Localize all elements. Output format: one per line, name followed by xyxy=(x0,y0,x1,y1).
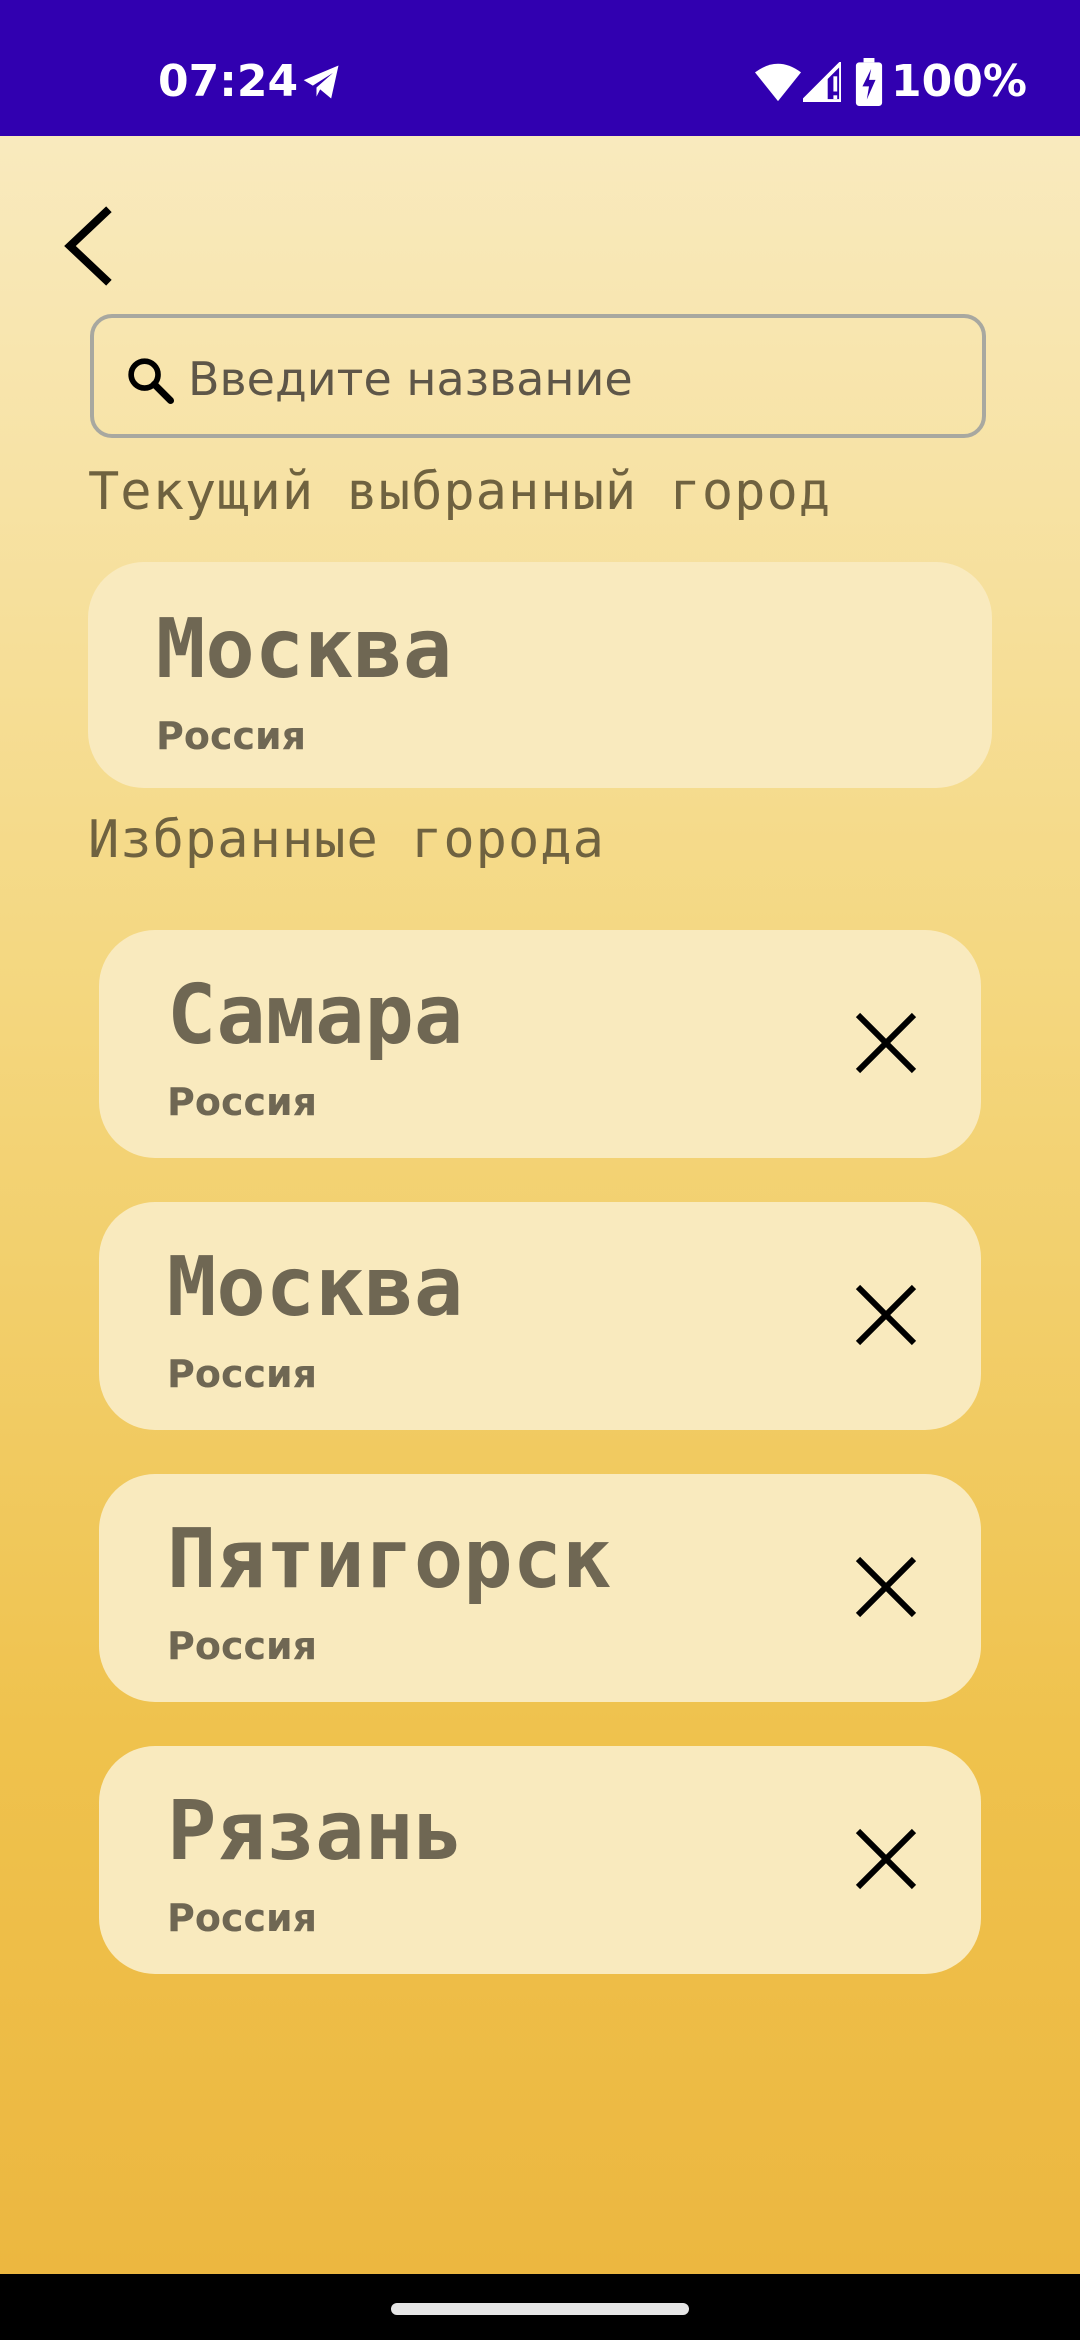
favorite-city-card[interactable]: Москва Россия xyxy=(99,1202,981,1430)
favorite-city-country: Россия xyxy=(167,1896,318,1940)
status-time: 07:24 xyxy=(158,56,299,107)
favorite-city-name: Рязань xyxy=(167,1784,464,1879)
current-city-country: Россия xyxy=(156,714,307,758)
close-icon[interactable] xyxy=(841,1270,931,1360)
search-icon xyxy=(128,358,175,405)
current-city-title: Текущий выбранный город xyxy=(88,462,832,522)
favorites-title: Избранные города xyxy=(88,810,605,870)
search-field[interactable] xyxy=(90,314,986,438)
favorite-city-country: Россия xyxy=(167,1624,318,1668)
favorite-city-name: Пятигорск xyxy=(167,1512,612,1607)
battery-charging-icon xyxy=(855,58,883,106)
close-icon[interactable] xyxy=(841,1814,931,1904)
home-gesture-pill[interactable] xyxy=(391,2303,689,2315)
close-icon[interactable] xyxy=(841,1542,931,1632)
favorite-city-card[interactable]: Рязань Россия xyxy=(99,1746,981,1974)
favorite-city-name: Москва xyxy=(167,1240,464,1335)
telegram-icon xyxy=(303,65,339,99)
close-icon[interactable] xyxy=(841,998,931,1088)
favorite-city-country: Россия xyxy=(167,1352,318,1396)
favorite-city-card[interactable]: Самара Россия xyxy=(99,930,981,1158)
status-bar: 07:24 100% xyxy=(0,0,1080,136)
signal-icon xyxy=(803,62,841,102)
favorite-city-card[interactable]: Пятигорск Россия xyxy=(99,1474,981,1702)
wifi-icon xyxy=(755,63,801,102)
favorite-city-name: Самара xyxy=(167,968,464,1063)
current-city-name: Москва xyxy=(156,602,453,697)
favorite-city-country: Россия xyxy=(167,1080,318,1124)
back-button[interactable] xyxy=(50,196,130,296)
city-select-screen: Текущий выбранный город Москва Россия Из… xyxy=(0,136,1080,2274)
battery-percent: 100% xyxy=(891,56,1027,107)
search-input[interactable] xyxy=(186,338,970,420)
current-city-card[interactable]: Москва Россия xyxy=(88,562,992,788)
